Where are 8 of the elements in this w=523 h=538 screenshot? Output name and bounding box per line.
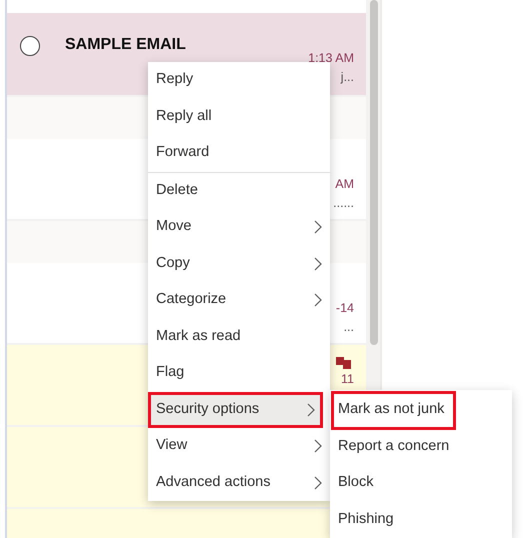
message-time: 1:13 AM (308, 50, 354, 67)
message-preview: j... (340, 69, 354, 86)
message-preview: ... (344, 319, 354, 336)
sender-name: SAMPLE EMAIL (65, 35, 186, 55)
message-time: AM (335, 176, 354, 193)
message-time: -14 (336, 300, 354, 317)
message-preview: ...... (333, 195, 354, 212)
message-time: 11 (341, 371, 354, 388)
